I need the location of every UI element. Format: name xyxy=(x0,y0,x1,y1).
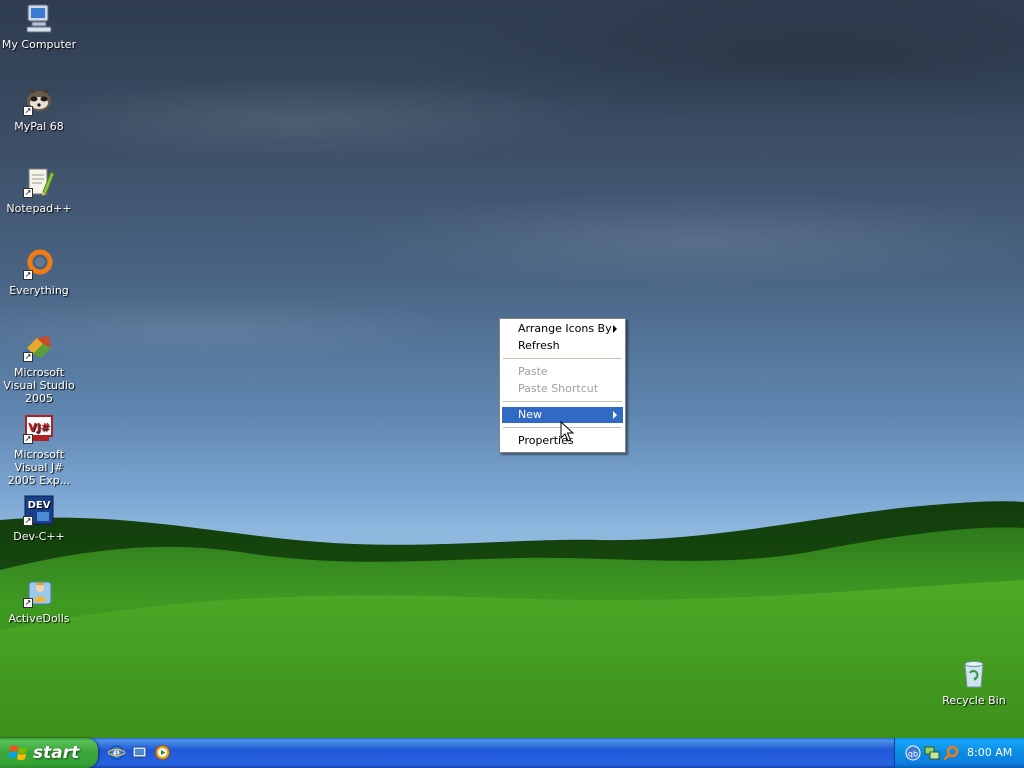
menu-item-label: Arrange Icons By xyxy=(518,322,612,335)
menu-item-refresh[interactable]: Refresh xyxy=(502,338,623,354)
desktop-icon-label: MyPal 68 xyxy=(14,120,64,133)
vj-badge-text: VJ# xyxy=(28,421,50,434)
menu-item-paste[interactable]: Paste xyxy=(502,364,623,380)
visual-studio-icon: ↗ xyxy=(23,330,55,362)
desktop-icon-everything[interactable]: ↗ Everything xyxy=(0,248,78,297)
media-player-icon[interactable] xyxy=(154,744,171,761)
shortcut-arrow-icon: ↗ xyxy=(23,106,33,116)
menu-separator xyxy=(503,358,622,359)
desktop-icon-label: Everything xyxy=(9,284,69,297)
menu-item-label: Paste Shortcut xyxy=(518,382,599,395)
desktop-icon-dev-cpp[interactable]: DEV ↗ Dev-C++ xyxy=(0,494,78,543)
shortcut-arrow-icon: ↗ xyxy=(23,188,33,198)
mypal-raccoon-icon: ↗ xyxy=(23,84,55,116)
desktop-icon-label: Dev-C++ xyxy=(13,530,65,543)
internet-explorer-icon[interactable]: e xyxy=(108,744,125,761)
submenu-arrow-icon xyxy=(613,325,617,333)
svg-text:e: e xyxy=(113,747,120,760)
start-label: start xyxy=(33,743,80,763)
desktop-icon-visual-jsharp[interactable]: VJ# ↗ Microsoft Visual J# 2005 Exp... xyxy=(0,412,78,487)
desktop-icon-activedolls[interactable]: ↗ ActiveDolls xyxy=(0,576,78,625)
start-button[interactable]: start xyxy=(0,738,98,768)
desktop-icon-mypal[interactable]: ↗ MyPal 68 xyxy=(0,84,78,133)
menu-item-arrange-icons-by[interactable]: Arrange Icons By xyxy=(502,321,623,337)
grass-hills-wallpaper xyxy=(0,501,1024,738)
desktop-icon-my-computer[interactable]: My Computer xyxy=(0,2,78,51)
sky-background xyxy=(0,0,1024,540)
clock[interactable]: 8:00 AM xyxy=(967,738,1012,768)
submenu-arrow-icon xyxy=(613,411,617,419)
desktop-icon-label: ActiveDolls xyxy=(8,612,70,625)
qbittorrent-icon[interactable]: qb xyxy=(905,745,921,761)
mouse-pointer-icon xyxy=(560,421,574,442)
menu-item-label: Refresh xyxy=(518,339,560,352)
desktop-icon-label: Microsoft Visual J# 2005 Exp... xyxy=(7,448,71,487)
desktop-icon-label: My Computer xyxy=(1,38,77,51)
show-desktop-icon[interactable] xyxy=(131,744,148,761)
recycle-bin-icon xyxy=(958,658,990,690)
activedolls-icon: ↗ xyxy=(23,576,55,608)
computer-icon xyxy=(23,2,55,34)
qb-text: qb xyxy=(908,750,918,759)
windows-logo-icon xyxy=(9,745,27,761)
visual-jsharp-icon: VJ# ↗ xyxy=(23,412,55,444)
shortcut-arrow-icon: ↗ xyxy=(23,270,33,280)
shortcut-arrow-icon: ↗ xyxy=(23,434,33,444)
desktop-icon-recycle-bin[interactable]: Recycle Bin xyxy=(935,658,1013,707)
notepadpp-icon: ↗ xyxy=(23,166,55,198)
network-icon[interactable] xyxy=(924,745,940,761)
menu-separator xyxy=(503,401,622,402)
menu-item-label: New xyxy=(518,408,542,421)
dev-cpp-icon: DEV ↗ xyxy=(23,494,55,526)
desktop-icon-notepadpp[interactable]: ↗ Notepad++ xyxy=(0,166,78,215)
dev-badge-text: DEV xyxy=(28,500,51,511)
shortcut-arrow-icon: ↗ xyxy=(23,352,33,362)
search-tray-icon[interactable] xyxy=(943,745,959,761)
menu-item-paste-shortcut[interactable]: Paste Shortcut xyxy=(502,381,623,397)
taskbar: start e qb 8:00 AM xyxy=(0,738,1024,768)
system-tray: qb 8:00 AM xyxy=(894,738,1024,768)
desktop-icon-label: Notepad++ xyxy=(6,202,72,215)
desktop-icon-label: Microsoft Visual Studio 2005 xyxy=(3,366,75,405)
shortcut-arrow-icon: ↗ xyxy=(23,598,33,608)
desktop[interactable]: My Computer ↗ MyPal 68 ↗ Notepad++ ↗ Eve… xyxy=(0,0,1024,738)
everything-search-icon: ↗ xyxy=(23,248,55,280)
desktop-icon-label: Recycle Bin xyxy=(942,694,1006,707)
shortcut-arrow-icon: ↗ xyxy=(23,516,33,526)
desktop-icon-visual-studio[interactable]: ↗ Microsoft Visual Studio 2005 xyxy=(0,330,78,405)
menu-item-label: Paste xyxy=(518,365,548,378)
